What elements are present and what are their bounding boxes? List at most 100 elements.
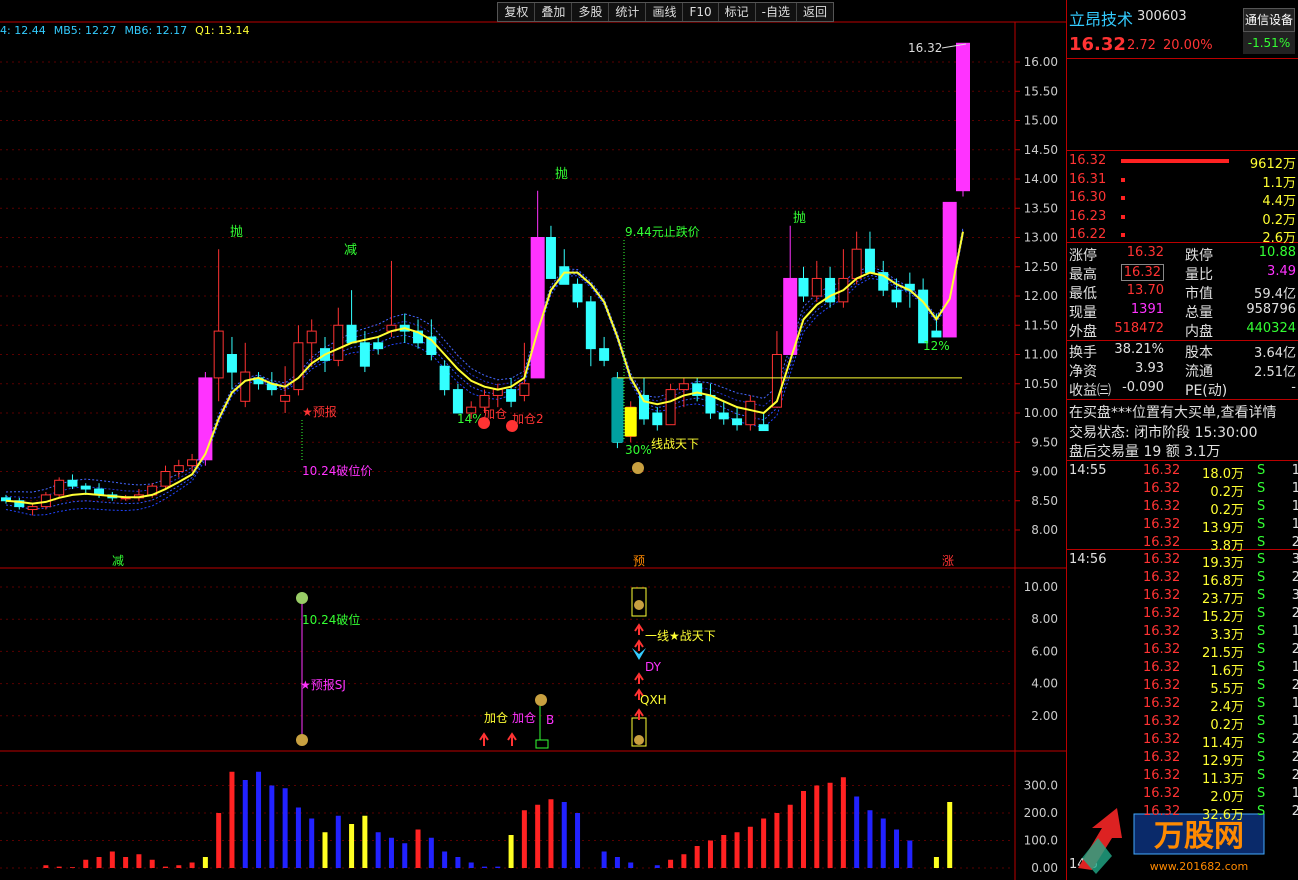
stock-code: 300603 (1137, 9, 1187, 24)
mid-axis-label: 8.00 (1031, 612, 1058, 626)
vol-axis-label: 200.0 (1024, 806, 1058, 820)
volume-bar (202, 857, 208, 868)
candle-body (452, 389, 463, 414)
volume-bar (269, 785, 275, 868)
volume-bar (814, 785, 820, 868)
tick-count: 2 (1292, 535, 1298, 550)
toolbar-button-2[interactable]: 多股 (571, 3, 608, 21)
volume-bar (109, 851, 115, 868)
ma4-value: 4: 12.44 (0, 24, 46, 37)
chart-annotation: 线战天下 (651, 437, 699, 451)
bid-price: 16.23 (1069, 208, 1107, 224)
tick-side: S (1257, 588, 1266, 603)
candle-body (745, 400, 756, 426)
tick-count: 2 (1292, 678, 1298, 693)
vol-axis-label: 0.00 (1031, 861, 1058, 875)
toolbar-button-1[interactable]: 叠加 (534, 3, 571, 21)
candle-body (373, 342, 384, 350)
tick-volume: 19.3万 (1202, 556, 1244, 571)
stat-value: 3.49 (1267, 264, 1296, 279)
logo-title: 万股网 (1154, 819, 1244, 854)
big-order-notice[interactable]: 在买盘***位置有大买单,查看详情 (1069, 402, 1276, 422)
mid-axis-label: 10.00 (1024, 580, 1058, 594)
tick-price: 16.32 (1143, 606, 1181, 621)
tick-volume: 13.9万 (1202, 521, 1244, 536)
chart-annotation: 预 (633, 554, 645, 568)
price-change: 2.72 (1127, 38, 1156, 53)
tick-side: S (1257, 624, 1266, 639)
sector-button[interactable]: 通信设备 (1243, 8, 1295, 32)
toolbar-button-5[interactable]: F10 (682, 3, 717, 21)
tick-side: S (1257, 606, 1266, 621)
toolbar-button-4[interactable]: 画线 (645, 3, 682, 21)
volume-bar (867, 810, 873, 868)
stat-value: - (1291, 380, 1296, 395)
tick-price: 16.32 (1143, 660, 1181, 675)
candle-body (783, 277, 798, 356)
tick-side: S (1257, 732, 1266, 747)
candle-body (519, 383, 530, 396)
tick-count: 2 (1292, 750, 1298, 765)
ma-band-line (5, 227, 964, 493)
stat-label: 净资 (1069, 364, 1097, 380)
chart-annotation: 减 (344, 243, 357, 258)
tick-count: 1 (1292, 786, 1298, 801)
tick-side: S (1257, 517, 1266, 532)
volume-bar (242, 780, 248, 868)
candle-body (931, 330, 942, 338)
price-axis-label: 10.00 (1024, 406, 1058, 420)
stock-name[interactable]: 立昂技术 (1069, 6, 1133, 30)
stat-value: 38.21% (1114, 342, 1164, 357)
up-arrow-icon (507, 732, 517, 746)
price-axis-label: 8.00 (1031, 523, 1058, 537)
tick-volume: 0.2万 (1210, 485, 1244, 500)
candle-body (506, 389, 517, 402)
time-label-1455: 14:55 (1069, 463, 1107, 478)
volume-bar (575, 813, 581, 868)
chart-annotation: 抛 (793, 211, 806, 226)
stat-value: 2.51亿 (1254, 365, 1296, 380)
tick-price: 16.32 (1143, 570, 1181, 585)
ma-band-line (5, 233, 964, 510)
tick-side: S (1257, 481, 1266, 496)
volume-bar (56, 866, 62, 868)
stat-label: 市值 (1185, 286, 1213, 302)
toolbar-button-7[interactable]: -自选 (754, 3, 796, 21)
tick-volume: 1.6万 (1210, 664, 1244, 679)
candle-body (639, 394, 649, 420)
price-axis-label: 16.00 (1024, 55, 1058, 69)
price-axis-label: 14.00 (1024, 172, 1058, 186)
price-axis-label: 13.50 (1024, 201, 1058, 215)
tick-side: S (1257, 642, 1266, 657)
tick-price: 16.32 (1143, 535, 1181, 550)
toolbar-button-0[interactable]: 复权 (498, 3, 534, 21)
candle-body (213, 330, 224, 379)
mb6-value: MB6: 12.17 (124, 24, 188, 37)
toolbar-button-3[interactable]: 统计 (608, 3, 645, 21)
volume-bar (561, 802, 567, 868)
time-label-1456: 14:56 (1069, 552, 1107, 567)
candle-body (798, 277, 809, 297)
volume-bar (362, 815, 368, 868)
volume-bar (694, 846, 700, 868)
candle-body (359, 342, 370, 367)
toolbar-button-6[interactable]: 标记 (717, 3, 755, 21)
tick-price: 16.32 (1143, 517, 1181, 532)
candle-body (758, 424, 769, 432)
bid-price: 16.30 (1069, 190, 1107, 205)
chart-annotation: DY (645, 660, 662, 674)
signal-box (535, 739, 549, 749)
tick-price: 16.32 (1143, 696, 1181, 711)
tick-volume: 2.0万 (1210, 790, 1244, 805)
kline-chart-area[interactable]: 16.00 15.50 15.00 14.50 14.00 13.50 13.00 12.50… (0, 0, 1066, 880)
candle-body (530, 237, 545, 379)
mid-axis-label: 4.00 (1031, 677, 1058, 691)
candle-body (718, 412, 729, 420)
toolbar-button-8[interactable]: 返回 (795, 3, 833, 21)
chart-annotation: 10.24破位价 (302, 463, 372, 478)
tick-side: S (1257, 660, 1266, 675)
price-axis-label: 12.50 (1024, 260, 1058, 274)
kline-chart[interactable]: 16.00 15.50 15.00 14.50 14.00 13.50 13.00 12.50… (0, 0, 1066, 880)
divider (1067, 150, 1298, 151)
stat-label: 总量 (1185, 305, 1213, 321)
